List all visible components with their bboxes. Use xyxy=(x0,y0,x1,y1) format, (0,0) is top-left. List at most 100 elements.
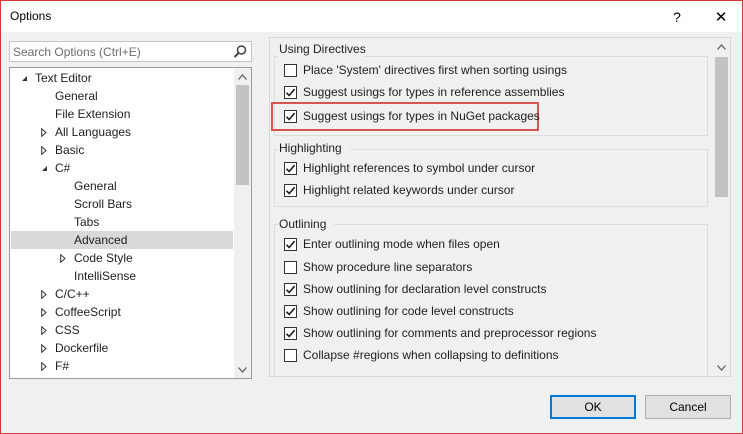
cancel-button[interactable]: Cancel xyxy=(645,395,731,419)
scroll-down-icon[interactable] xyxy=(713,359,730,376)
tree-item[interactable]: File Extension xyxy=(11,105,233,123)
collapse-arrow-icon[interactable] xyxy=(39,159,49,177)
group-border xyxy=(274,224,278,225)
group-border xyxy=(364,56,708,57)
tree-item[interactable]: CSS xyxy=(11,321,233,339)
options-scrollbar[interactable] xyxy=(713,38,730,376)
expand-arrow-icon[interactable] xyxy=(39,285,49,303)
option-label: Show outlining for declaration level con… xyxy=(303,282,547,296)
option-outlining-comments[interactable]: Show outlining for comments and preproce… xyxy=(284,324,596,342)
option-label: Suggest usings for types in reference as… xyxy=(303,85,565,99)
close-button[interactable]: ✕ xyxy=(701,1,741,32)
expand-arrow-icon[interactable] xyxy=(39,339,49,357)
option-procedure-separators[interactable]: Show procedure line separators xyxy=(284,258,472,276)
checkbox-checked[interactable] xyxy=(284,161,297,175)
tree-item[interactable]: Text Editor xyxy=(11,69,233,87)
expand-arrow-icon[interactable] xyxy=(39,321,49,339)
checkbox-checked[interactable] xyxy=(284,326,297,340)
option-label: Highlight references to symbol under cur… xyxy=(303,161,536,175)
tree-item-label: Tabs xyxy=(74,215,100,229)
tree-item[interactable]: IntelliSense xyxy=(11,267,233,285)
help-button[interactable]: ? xyxy=(657,1,697,32)
expand-arrow-icon[interactable] xyxy=(39,123,49,141)
tree-item[interactable]: Advanced xyxy=(11,231,233,249)
option-label: Highlight related keywords under cursor xyxy=(303,183,515,197)
tree-item-label: Dockerfile xyxy=(55,341,109,355)
option-enter-outlining-mode[interactable]: Enter outlining mode when files open xyxy=(284,235,500,253)
group-border xyxy=(334,224,708,225)
option-suggest-reference-assemblies[interactable]: Suggest usings for types in reference as… xyxy=(284,83,564,101)
search-input[interactable] xyxy=(13,43,228,60)
tree-item-label: Advanced xyxy=(74,233,128,247)
checkbox-checked[interactable] xyxy=(284,282,297,296)
option-label: Place 'System' directives first when sor… xyxy=(303,63,568,77)
tree-scroll-thumb[interactable] xyxy=(236,85,249,185)
tree-item[interactable]: C# xyxy=(11,159,233,177)
expand-arrow-icon[interactable] xyxy=(39,303,49,321)
help-icon: ? xyxy=(673,8,681,25)
group-border xyxy=(350,149,708,150)
tree-item-label: Text Editor xyxy=(35,71,92,85)
tree-item-label: General xyxy=(55,89,98,103)
ok-button[interactable]: OK xyxy=(550,395,636,419)
group-title-using-directives: Using Directives xyxy=(279,42,366,56)
expand-arrow-icon[interactable] xyxy=(58,249,68,267)
option-suggest-nuget-packages[interactable]: Suggest usings for types in NuGet packag… xyxy=(284,107,540,125)
checkbox-unchecked[interactable] xyxy=(284,260,297,274)
checkbox-checked[interactable] xyxy=(284,85,297,99)
options-panel: Using Directives Place 'System' directiv… xyxy=(269,37,731,377)
option-label: Show procedure line separators xyxy=(303,260,473,274)
option-outlining-declaration[interactable]: Show outlining for declaration level con… xyxy=(284,280,546,298)
tree-item-label: C/C++ xyxy=(55,287,90,301)
options-scroll-thumb[interactable] xyxy=(715,57,728,197)
dialog-title: Options xyxy=(10,9,52,23)
collapse-arrow-icon[interactable] xyxy=(19,69,29,87)
search-box xyxy=(9,41,252,62)
tree-item[interactable]: General xyxy=(11,87,233,105)
group-border xyxy=(274,149,278,150)
search-icon[interactable] xyxy=(232,44,248,60)
tree-item[interactable]: CoffeeScript xyxy=(11,303,233,321)
close-icon: ✕ xyxy=(714,8,728,26)
option-outlining-code-level[interactable]: Show outlining for code level constructs xyxy=(284,302,514,320)
group-border xyxy=(274,56,278,57)
tree-item[interactable]: Basic xyxy=(11,141,233,159)
tree-item[interactable]: All Languages xyxy=(11,123,233,141)
scroll-up-icon[interactable] xyxy=(234,68,251,85)
options-dialog: Options ? ✕ Text Editor General File Exten… xyxy=(0,0,743,434)
tree-item[interactable]: Tabs xyxy=(11,213,233,231)
option-highlight-keywords[interactable]: Highlight related keywords under cursor xyxy=(284,181,514,199)
tree-item[interactable]: General xyxy=(11,177,233,195)
expand-arrow-icon[interactable] xyxy=(39,141,49,159)
tree-list: Text Editor General File Extension All Lang… xyxy=(10,68,233,378)
group-title-outlining: Outlining xyxy=(279,217,327,231)
tree-item-label: File Extension xyxy=(55,107,131,121)
checkbox-checked[interactable] xyxy=(284,237,297,251)
tree-item[interactable]: F# xyxy=(11,357,233,375)
option-highlight-references[interactable]: Highlight references to symbol under cur… xyxy=(284,159,535,177)
tree-item[interactable]: C/C++ xyxy=(11,285,233,303)
tree-item[interactable]: Code Style xyxy=(11,249,233,267)
tree-item-label: All Languages xyxy=(55,125,132,139)
expand-arrow-icon[interactable] xyxy=(39,357,49,375)
tree-item[interactable]: Dockerfile xyxy=(11,339,233,357)
option-collapse-regions[interactable]: Collapse #regions when collapsing to def… xyxy=(284,346,559,364)
checkbox-unchecked[interactable] xyxy=(284,63,297,77)
option-place-system-first[interactable]: Place 'System' directives first when sor… xyxy=(284,61,567,79)
scroll-up-icon[interactable] xyxy=(713,38,730,55)
options-tree: Text Editor General File Extension All Lang… xyxy=(9,67,252,379)
tree-item-label: General xyxy=(74,179,117,193)
option-label: Suggest usings for types in NuGet packag… xyxy=(303,109,540,123)
option-label: Enter outlining mode when files open xyxy=(303,237,500,251)
checkbox-checked[interactable] xyxy=(284,183,297,197)
option-label: Show outlining for code level constructs xyxy=(303,304,514,318)
tree-scrollbar[interactable] xyxy=(234,68,251,378)
checkbox-checked[interactable] xyxy=(284,304,297,318)
tree-item[interactable]: Scroll Bars xyxy=(11,195,233,213)
scroll-down-icon[interactable] xyxy=(234,361,251,378)
option-label: Collapse #regions when collapsing to def… xyxy=(303,348,559,362)
tree-item-label: IntelliSense xyxy=(74,269,137,283)
checkbox-checked[interactable] xyxy=(284,109,297,123)
checkbox-unchecked[interactable] xyxy=(284,348,297,362)
group-title-highlighting: Highlighting xyxy=(279,141,342,155)
